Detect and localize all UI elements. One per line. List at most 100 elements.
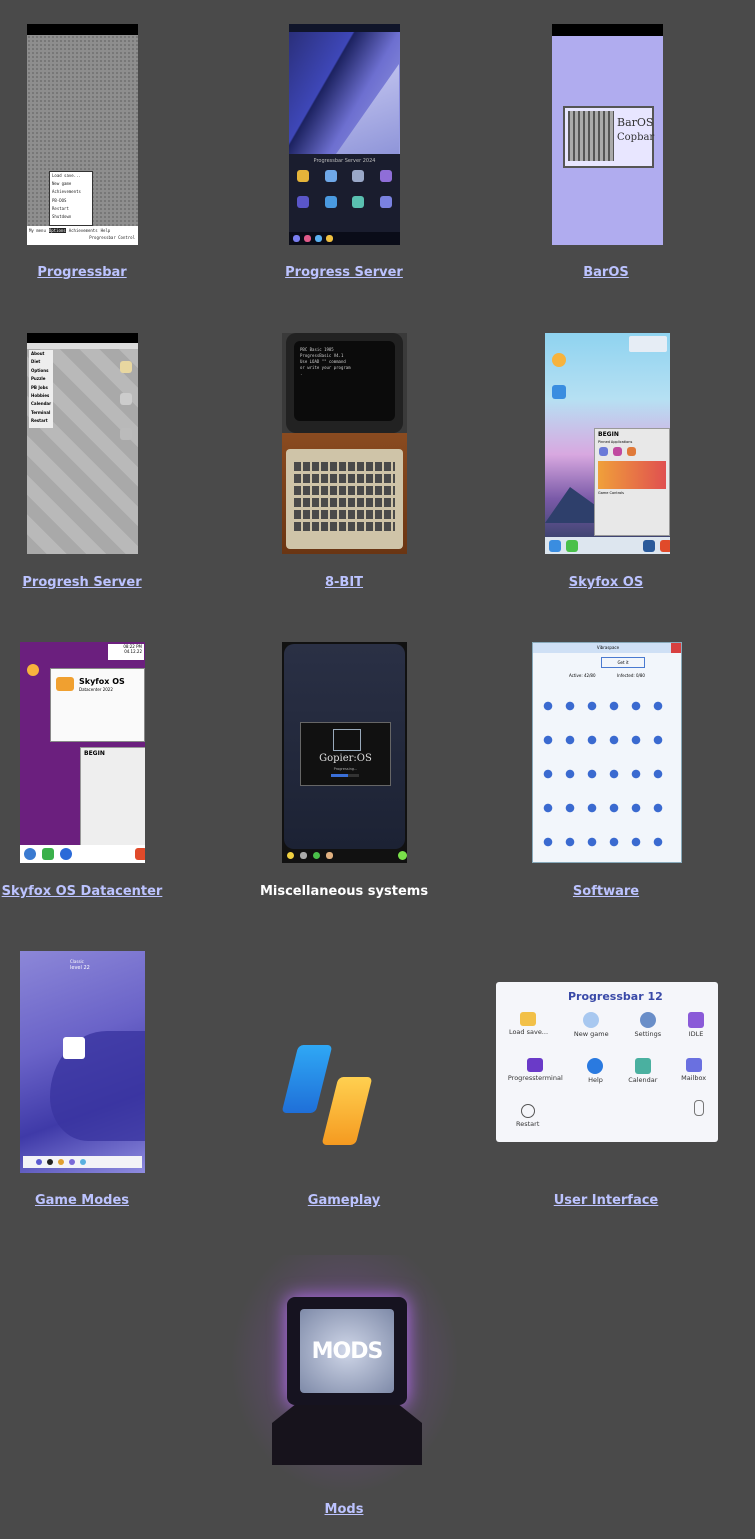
help-icon (587, 1058, 604, 1074)
mail-icon (380, 196, 393, 208)
start-icon (549, 539, 561, 552)
taskbar (282, 848, 407, 863)
dock-icon (80, 1159, 86, 1165)
app-icon (552, 385, 566, 399)
skyfox-os-thumbnail[interactable]: BEGIN Pinned Applications Game Controls (545, 333, 670, 554)
start-icon (293, 235, 300, 242)
mods-label: MODS (311, 1339, 384, 1364)
fox-logo-icon (56, 677, 74, 691)
stand (272, 1405, 422, 1465)
orange-bar-shape (321, 1077, 373, 1145)
close-icon (671, 643, 681, 653)
progress-server-thumbnail[interactable]: Progressbar Server 2024 (289, 24, 400, 245)
tile-title[interactable]: 8-BIT (224, 575, 464, 590)
menu-item: PB Jobs (31, 384, 48, 390)
menu-item: Restart (31, 418, 48, 424)
taskbar-item: My menu (29, 228, 46, 233)
terminal-icon (296, 196, 309, 208)
binary-pattern (568, 111, 614, 161)
menu-title: Progressbar Server 2024 (313, 158, 376, 164)
skyfox-datacenter-thumbnail[interactable]: 08:22 PM 04.12.22 Skyfox OS Datacenter 2… (20, 642, 145, 863)
tile-title[interactable]: Progressbar (0, 265, 202, 280)
menu-item: Restart (52, 205, 69, 211)
tile-title[interactable]: Mods (224, 1502, 464, 1517)
desktop-icon (120, 393, 132, 405)
tile-title[interactable]: Skyfox OS (486, 575, 726, 590)
menu-item: Diet (31, 359, 41, 365)
taskbar-item: Help (100, 228, 111, 233)
taskbar-item: Achievements (68, 228, 98, 233)
app-idle: IDLE (687, 1012, 705, 1038)
dock (23, 1156, 142, 1168)
software-thumbnail[interactable]: Vibraspace Get it Active: 42/80 Infected… (532, 642, 682, 863)
fox-logo-icon (660, 539, 670, 552)
app-icon (613, 447, 622, 456)
user-interface-thumbnail[interactable]: Progressbar 12 Load save... New game Set… (496, 982, 718, 1142)
tile-title[interactable]: Skyfox OS Datacenter (0, 884, 202, 899)
menu-item: Achievements (52, 189, 81, 195)
app-icon (627, 447, 636, 456)
progresh-server-thumbnail[interactable]: About Diet Options Puzzle PB Jobs Hobbie… (27, 333, 138, 554)
tile-title[interactable]: Software (486, 884, 726, 899)
date: 04.12.22 (124, 649, 142, 654)
menu-item: Load save... (52, 173, 81, 178)
tile-title[interactable]: Gameplay (224, 1193, 464, 1208)
menu-item: Calendar (31, 401, 52, 407)
taskbar: My menu Options Achievements Help Progre… (27, 226, 138, 245)
keyboard (286, 449, 403, 549)
level-label: level 22 (70, 965, 90, 971)
banner (598, 461, 666, 489)
thumb-icon (326, 852, 333, 859)
gear-icon (639, 1012, 656, 1028)
tile-title: Miscellaneous systems (259, 884, 429, 899)
app-load-save: Load save... (509, 1012, 548, 1038)
help-icon (324, 196, 337, 208)
taskbar (20, 845, 145, 863)
crt-screen: PBC Basic 1985 ProgressBasic V4.1 Use LO… (294, 341, 395, 421)
baros-thumbnail[interactable]: BarOS Copbar (552, 24, 663, 245)
window-subtitle: Datacenter 2022 (79, 687, 113, 692)
desktop-icon (120, 361, 132, 373)
info-icon (60, 848, 72, 860)
screen-line: . (300, 371, 303, 376)
app-row: Progressterminal Help Calendar Mailbox (496, 1058, 718, 1084)
app-icon (643, 539, 655, 552)
menu-panel: Progressbar Server 2024 (289, 154, 400, 234)
about-window: Skyfox OS Datacenter 2022 (50, 668, 145, 742)
menu-item: Options (31, 367, 49, 373)
tile-title[interactable]: Progress Server (224, 265, 464, 280)
mods-thumbnail[interactable]: MODS (230, 1255, 460, 1495)
menubar (27, 343, 138, 349)
taskbar-item: Options (48, 228, 66, 233)
game-modes-thumbnail[interactable]: Classic level 22 (20, 951, 145, 1173)
infected-count: Infected: 0/80 (617, 673, 645, 678)
app-row: Load save... New game Settings IDLE (496, 1012, 718, 1038)
8bit-thumbnail[interactable]: PBC Basic 1985 ProgressBasic V4.1 Use LO… (282, 333, 407, 554)
logo-mark (333, 729, 361, 751)
dock-icon (47, 1159, 53, 1165)
progressbar-thumbnail[interactable]: Load save... New game Achievements PB-DO… (27, 24, 138, 245)
taskbar-icon (315, 235, 322, 242)
app-menu: About Diet Options Puzzle PB Jobs Hobbie… (29, 350, 53, 428)
disc-icon (583, 1012, 600, 1028)
taskbar (545, 537, 670, 554)
gopier-os-thumbnail[interactable]: Gopier:OS Progressing... (282, 642, 407, 863)
tile-title[interactable]: User Interface (486, 1193, 726, 1208)
get-it-button: Get it (601, 657, 645, 668)
app-icon (599, 447, 608, 456)
tile-title[interactable]: BarOS (486, 265, 726, 280)
splash-window: Gopier:OS Progressing... (300, 722, 391, 786)
folder-icon (566, 539, 578, 552)
globe-icon (324, 170, 337, 182)
taskbar-icon (326, 235, 333, 242)
menu-item: Terminal (31, 409, 51, 415)
server-grid (541, 699, 673, 859)
menu-item: About (31, 351, 45, 356)
dock-icon (36, 1159, 42, 1165)
taskbar-footer: Progressbar Control (89, 235, 135, 240)
gameplay-logo[interactable] (282, 1043, 382, 1148)
app-mailbox: Mailbox (681, 1058, 706, 1084)
app-grid-icon (688, 1012, 705, 1028)
tile-title[interactable]: Game Modes (0, 1193, 202, 1208)
tile-title[interactable]: Progresh Server (0, 575, 202, 590)
